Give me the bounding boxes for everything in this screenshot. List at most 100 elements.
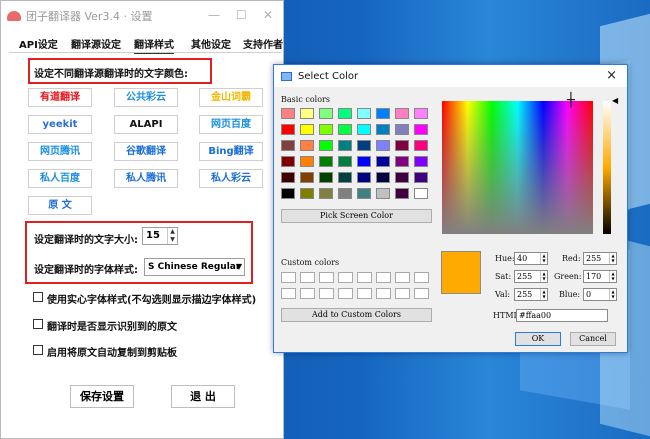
color-button[interactable]: 有道翻译: [28, 88, 92, 107]
basic-color-swatch[interactable]: [376, 140, 390, 151]
luminance-slider[interactable]: [603, 101, 611, 234]
color-button[interactable]: 私人彩云: [199, 169, 263, 188]
blue-input[interactable]: 0 ▲ ▼: [583, 288, 617, 301]
basic-color-swatch[interactable]: [395, 108, 409, 119]
custom-color-swatch[interactable]: [338, 288, 353, 299]
custom-color-swatch[interactable]: [395, 272, 410, 283]
color-button[interactable]: 私人百度: [28, 169, 92, 188]
basic-color-swatch[interactable]: [300, 140, 314, 151]
color-spectrum[interactable]: [442, 101, 593, 234]
color-button[interactable]: Bing翻译: [199, 142, 263, 161]
basic-color-swatch[interactable]: [281, 172, 295, 183]
basic-color-swatch[interactable]: [414, 140, 428, 151]
spin-arrows-icon[interactable]: ▲ ▼: [609, 271, 616, 282]
custom-color-swatch[interactable]: [281, 272, 296, 283]
basic-color-swatch[interactable]: [319, 140, 333, 151]
custom-color-swatch[interactable]: [376, 288, 391, 299]
sat-input[interactable]: 255 ▲ ▼: [514, 270, 548, 283]
basic-color-swatch[interactable]: [414, 188, 428, 199]
basic-color-swatch[interactable]: [319, 188, 333, 199]
basic-color-swatch[interactable]: [338, 188, 352, 199]
basic-color-swatch[interactable]: [376, 172, 390, 183]
custom-color-swatch[interactable]: [395, 288, 410, 299]
tab-api[interactable]: API设定: [19, 36, 58, 51]
tab-translation-source[interactable]: 翻译源设定: [71, 36, 121, 51]
basic-color-swatch[interactable]: [414, 156, 428, 167]
basic-color-swatch[interactable]: [300, 188, 314, 199]
color-button[interactable]: 网页腾讯: [28, 142, 92, 161]
color-button[interactable]: 私人腾讯: [114, 169, 178, 188]
copy-clipboard-checkbox[interactable]: [33, 345, 43, 355]
spin-arrows-icon[interactable]: ▲ ▼: [540, 271, 547, 282]
basic-color-swatch[interactable]: [338, 156, 352, 167]
ok-button[interactable]: OK: [515, 332, 561, 346]
custom-color-swatch[interactable]: [300, 288, 315, 299]
color-button[interactable]: yeekit: [28, 115, 92, 134]
basic-color-swatch[interactable]: [281, 108, 295, 119]
solid-font-checkbox[interactable]: [33, 292, 43, 302]
spin-arrows-icon[interactable]: ▲ ▼: [540, 289, 547, 300]
custom-color-swatch[interactable]: [357, 288, 372, 299]
basic-color-swatch[interactable]: [376, 188, 390, 199]
add-custom-colors-button[interactable]: Add to Custom Colors: [281, 308, 432, 322]
basic-color-swatch[interactable]: [319, 172, 333, 183]
close-icon[interactable]: ✕: [263, 8, 273, 22]
basic-color-swatch[interactable]: [395, 140, 409, 151]
basic-color-swatch[interactable]: [376, 156, 390, 167]
basic-color-swatch[interactable]: [395, 188, 409, 199]
color-button[interactable]: 原 文: [28, 196, 92, 215]
spin-arrows-icon[interactable]: ▲ ▼: [167, 228, 177, 244]
basic-color-swatch[interactable]: [281, 156, 295, 167]
show-source-checkbox[interactable]: [33, 319, 43, 329]
basic-color-swatch[interactable]: [281, 140, 295, 151]
spin-arrows-icon[interactable]: ▲ ▼: [540, 253, 547, 264]
basic-color-swatch[interactable]: [300, 172, 314, 183]
basic-color-swatch[interactable]: [319, 156, 333, 167]
cancel-button[interactable]: Cancel: [570, 332, 616, 346]
tab-other[interactable]: 其他设定: [191, 36, 231, 51]
basic-color-swatch[interactable]: [357, 108, 371, 119]
basic-color-swatch[interactable]: [357, 156, 371, 167]
basic-color-swatch[interactable]: [414, 172, 428, 183]
basic-color-swatch[interactable]: [319, 108, 333, 119]
basic-color-swatch[interactable]: [395, 156, 409, 167]
basic-color-swatch[interactable]: [357, 140, 371, 151]
custom-color-swatch[interactable]: [338, 272, 353, 283]
font-style-select[interactable]: S Chinese Regular ▼: [144, 258, 245, 276]
basic-color-swatch[interactable]: [338, 172, 352, 183]
basic-color-swatch[interactable]: [395, 172, 409, 183]
custom-color-swatch[interactable]: [319, 272, 334, 283]
color-button[interactable]: ALAPI: [114, 115, 178, 134]
exit-button[interactable]: 退 出: [171, 385, 235, 408]
custom-color-swatch[interactable]: [376, 272, 391, 283]
basic-color-swatch[interactable]: [338, 124, 352, 135]
tab-support[interactable]: 支持作者: [243, 36, 283, 51]
crosshair-icon[interactable]: ┼: [567, 93, 575, 108]
minimize-icon[interactable]: —: [208, 8, 220, 22]
basic-color-swatch[interactable]: [281, 188, 295, 199]
green-input[interactable]: 170 ▲ ▼: [583, 270, 617, 283]
basic-color-swatch[interactable]: [376, 108, 390, 119]
custom-color-swatch[interactable]: [319, 288, 334, 299]
custom-color-swatch[interactable]: [300, 272, 315, 283]
basic-color-swatch[interactable]: [300, 108, 314, 119]
slider-arrow-icon[interactable]: ◀: [612, 96, 618, 105]
color-button[interactable]: 金山词霸: [199, 88, 263, 107]
basic-color-swatch[interactable]: [281, 124, 295, 135]
maximize-icon[interactable]: ☐: [236, 8, 247, 22]
font-size-stepper[interactable]: 15 ▲ ▼: [142, 227, 178, 245]
basic-color-swatch[interactable]: [338, 108, 352, 119]
val-input[interactable]: 255 ▲ ▼: [514, 288, 548, 301]
basic-color-swatch[interactable]: [319, 124, 333, 135]
spin-arrows-icon[interactable]: ▲ ▼: [609, 289, 616, 300]
color-button[interactable]: 公共彩云: [114, 88, 178, 107]
custom-color-swatch[interactable]: [414, 288, 429, 299]
custom-color-swatch[interactable]: [414, 272, 429, 283]
close-icon[interactable]: ×: [606, 68, 617, 83]
basic-color-swatch[interactable]: [338, 140, 352, 151]
red-input[interactable]: 255 ▲ ▼: [583, 252, 617, 265]
color-button[interactable]: 网页百度: [199, 115, 263, 134]
basic-color-swatch[interactable]: [414, 124, 428, 135]
custom-color-swatch[interactable]: [281, 288, 296, 299]
basic-color-swatch[interactable]: [376, 124, 390, 135]
